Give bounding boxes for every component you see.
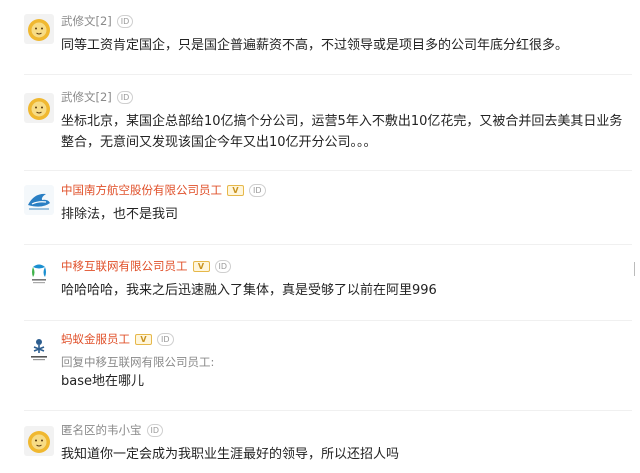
divider <box>24 170 632 171</box>
lion-avatar-icon[interactable] <box>24 14 54 44</box>
id-badge[interactable]: ID <box>214 259 232 273</box>
id-badge[interactable]: ID <box>116 14 134 28</box>
comment-text: 哈哈哈哈，我来之后迅速融入了集体，真是受够了以前在阿里996 <box>61 283 437 298</box>
divider <box>24 320 632 321</box>
ant-logo-icon[interactable] <box>24 334 54 364</box>
comment-username[interactable]: 匿名区的韦小宝 <box>61 422 142 438</box>
id-badge[interactable]: ID <box>249 183 266 197</box>
scrollbar-marker[interactable] <box>634 262 638 276</box>
china-mobile-logo-icon[interactable] <box>24 258 54 288</box>
comment-text: 我知道你一定会成为我职业生涯最好的领导，所以还招人吗 <box>61 447 400 462</box>
comment-username[interactable]: 中移互联网有限公司员工 <box>61 258 188 274</box>
airline-logo-icon[interactable] <box>24 185 54 215</box>
comment-username[interactable]: 武修文[2] <box>61 89 112 105</box>
verified-badge: V <box>227 184 244 196</box>
id-badge[interactable]: ID <box>116 90 134 104</box>
lion-avatar-icon[interactable] <box>24 426 54 456</box>
verified-badge: V <box>135 333 152 345</box>
comment-username[interactable]: 蚂蚁金服员工 <box>61 331 130 347</box>
comment-text: 同等工资肯定国企，只是国企普遍薪资不高，不过领导或是项目多的公司年底分红很多。 <box>61 38 569 53</box>
lion-avatar-icon[interactable] <box>24 93 54 123</box>
id-badge[interactable]: ID <box>157 332 174 346</box>
comment-username[interactable]: 中国南方航空股份有限公司员工 <box>61 182 222 198</box>
verified-badge: V <box>192 260 210 272</box>
comment-text: 排除法，也不是我司 <box>61 207 179 222</box>
divider <box>24 410 632 411</box>
reply-to-label[interactable]: 回复中移互联网有限公司员工: <box>61 354 214 370</box>
comment-username[interactable]: 武修文[2] <box>61 13 112 29</box>
id-badge[interactable]: ID <box>146 423 164 437</box>
divider <box>24 244 632 245</box>
comment-text: 坐标北京，某国企总部给10亿搞个分公司，运营5年入不敷出10亿花完，又被合并回去… <box>61 114 623 150</box>
divider <box>24 74 632 75</box>
comment-text: base地在哪儿 <box>61 374 144 389</box>
